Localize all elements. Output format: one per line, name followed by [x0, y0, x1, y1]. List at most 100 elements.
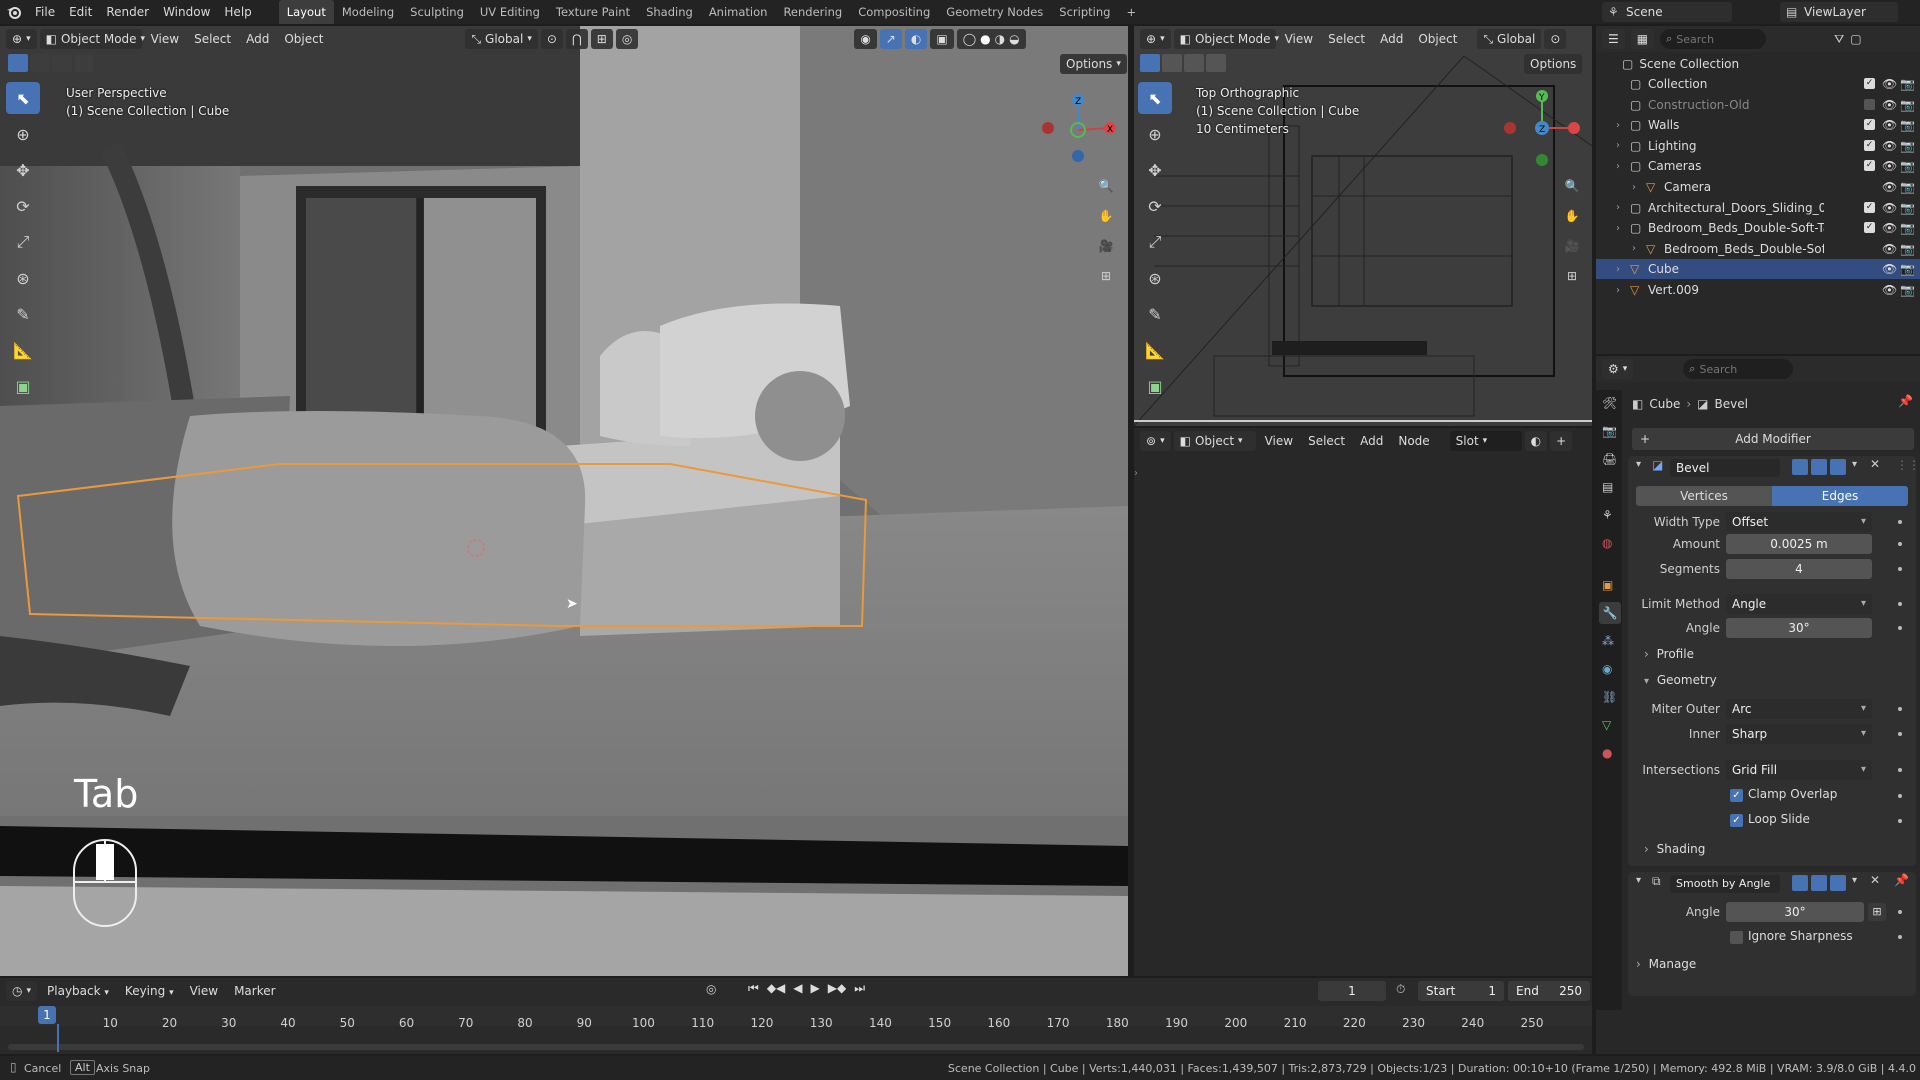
visibility-eye-icon[interactable]: 👁 [1882, 118, 1897, 132]
collapse-chevron-icon[interactable]: ▾ [1636, 459, 1641, 470]
menu-help[interactable]: Help [217, 0, 258, 24]
display-mode-button[interactable]: ▦ [1630, 29, 1655, 49]
snap-toggle[interactable]: ⋂ [565, 29, 588, 49]
material-tab-icon[interactable]: ● [1602, 746, 1612, 760]
editmode-toggle-icon[interactable] [1792, 875, 1808, 891]
add-modifier-button[interactable]: + Add Modifier [1632, 428, 1914, 450]
editor-type-button[interactable]: ⊚ ▾ [1140, 431, 1171, 451]
scene-tab-icon[interactable]: ⚘ [1602, 508, 1613, 522]
prev-keyframe-icon[interactable]: ◆◀ [767, 981, 785, 996]
smooth-header[interactable]: ▾ ⧉ Smooth by Angle ▾ ✕ 📌 [1628, 872, 1916, 896]
perspective-toggle-icon[interactable]: ⊞ [1092, 262, 1120, 290]
visibility-eye-icon[interactable]: 👁 [1882, 262, 1897, 276]
material-shading-icon[interactable]: ◑ [995, 32, 1005, 46]
constraints-tab-icon[interactable]: ⛓ [1602, 690, 1617, 704]
editor-type-button[interactable]: ◷ ▾ [6, 981, 38, 1001]
expand-chevron-icon[interactable]: › [1616, 120, 1620, 131]
node-menu-add[interactable]: Add [1354, 434, 1389, 448]
viewport-menu-select[interactable]: Select [188, 32, 237, 46]
visibility-eye-icon[interactable]: 👁 [1882, 242, 1897, 256]
dropdown-chevron-icon[interactable]: ▾ [1852, 459, 1857, 470]
viewport-toggle-icon[interactable] [1811, 459, 1827, 475]
slot-selector[interactable]: Slot ▾ [1449, 431, 1522, 451]
viewport-menu-view[interactable]: View [1279, 32, 1319, 46]
node-menu-node[interactable]: Node [1392, 434, 1435, 448]
outliner-item[interactable]: › ▢ Architectural_Doors_Sliding_02.001 ✓ 👁📷 [1596, 198, 1920, 218]
cursor-tool[interactable]: ⊕ [1138, 118, 1172, 150]
bevel-name-field[interactable]: Bevel [1670, 459, 1780, 477]
width-type-dropdown[interactable]: Offset ▾ [1726, 512, 1872, 532]
render-camera-icon[interactable]: 📷 [1900, 221, 1915, 235]
visibility-eye-icon[interactable]: 👁 [1882, 221, 1897, 235]
exclude-checkbox[interactable]: ✓ [1864, 222, 1875, 234]
keyframe-dot-icon[interactable] [1898, 819, 1902, 823]
end-frame-field[interactable]: End 250 [1508, 981, 1590, 1001]
new-collection-icon[interactable]: ▢ [1850, 32, 1861, 46]
timeline-menu-view[interactable]: View [184, 984, 224, 998]
outliner-item[interactable]: › ▢ Bedroom_Beds_Double-Soft-Tassel_01. ✓ 👁📷 [1596, 218, 1920, 238]
output-tab-icon[interactable]: 🖨 [1602, 452, 1617, 466]
overlay-toggle[interactable]: ◐ [904, 29, 928, 49]
inner-dropdown[interactable]: Sharp ▾ [1726, 724, 1872, 744]
outliner-search-input[interactable] [1676, 32, 1757, 46]
auto-keying-button[interactable]: ◎ [706, 982, 716, 996]
bevel-header[interactable]: ▾ ◪ Bevel ▾ ✕ ⋮⋮ [1628, 456, 1920, 480]
expand-chevron-icon[interactable]: › [1616, 140, 1620, 151]
selectability-button[interactable]: ◉ [854, 29, 877, 49]
viewport-menu-view[interactable]: View [145, 32, 185, 46]
exclude-checkbox[interactable]: ✓ [1864, 78, 1875, 89]
select-intersect-icon[interactable] [74, 54, 94, 72]
viewport-menu-add[interactable]: Add [1374, 32, 1409, 46]
menu-window[interactable]: Window [156, 0, 217, 24]
smooth-name-field[interactable]: Smooth by Angle [1670, 875, 1780, 893]
physics-tab-icon[interactable]: ◉ [1602, 662, 1612, 676]
render-camera-icon[interactable]: 📷 [1900, 201, 1915, 215]
camera-view-icon[interactable]: 🎥 [1092, 232, 1120, 260]
expand-chevron-icon[interactable]: › [1632, 182, 1636, 193]
outliner-item[interactable]: ▢ Collection ✓ 👁 📷 [1596, 74, 1920, 94]
geometry-subpanel[interactable]: ▾ Geometry [1644, 673, 1717, 687]
xray-toggle[interactable]: ▣ [930, 29, 954, 49]
modifier-tab-icon[interactable]: 🔧 [1599, 602, 1621, 624]
add-cube-tool[interactable]: ▣ [6, 370, 40, 402]
measure-tool[interactable]: 📐 [1138, 334, 1172, 366]
outliner-search[interactable]: ⌕ [1660, 29, 1767, 49]
limit-method-dropdown[interactable]: Angle ▾ [1726, 594, 1872, 614]
data-tab-icon[interactable]: ▽ [1602, 718, 1611, 732]
exclude-checkbox[interactable] [1864, 98, 1875, 110]
render-camera-icon[interactable]: 📷 [1900, 180, 1915, 194]
scale-tool[interactable]: ⤢ [1138, 226, 1172, 258]
outliner-item[interactable]: › ▽ Vert.009 👁 📷 [1596, 280, 1920, 300]
viewport-menu-object[interactable]: Object [278, 32, 329, 46]
tab-rendering[interactable]: Rendering [775, 0, 850, 24]
mode-selector[interactable]: ◧ Object Mode ▾ [39, 29, 145, 49]
transform-tool[interactable]: ⊛ [6, 262, 40, 294]
zoom-icon[interactable]: 🔍 [1092, 172, 1120, 200]
exclude-checkbox[interactable]: ✓ [1864, 119, 1875, 131]
collapse-chevron-icon[interactable]: ▾ [1636, 875, 1641, 886]
world-tab-icon[interactable]: ◍ [1602, 536, 1612, 550]
viewport-menu-object[interactable]: Object [1412, 32, 1463, 46]
miter-outer-dropdown[interactable]: Arc ▾ [1726, 699, 1872, 719]
gizmo-toggle[interactable]: ↗ [879, 29, 902, 49]
visibility-eye-icon[interactable]: 👁 [1882, 139, 1897, 153]
tool-tab-icon[interactable]: 🛠 [1602, 396, 1617, 410]
tab-shading[interactable]: Shading [638, 0, 701, 24]
outliner-item[interactable]: › ▽ Bedroom_Beds_Double-Soft-Tassel 👁📷 [1596, 239, 1920, 259]
outliner-item[interactable]: › ▽ Cube 👁 📷 [1596, 259, 1920, 280]
clamp-overlap-checkbox[interactable]: ✓ [1730, 789, 1743, 802]
node-editor[interactable]: ⊚ ▾ ◧ Object ▾ View Select Add Node Slot … [1134, 428, 1592, 976]
select-intersect-icon[interactable] [1206, 54, 1226, 72]
affect-vertices-button[interactable]: Vertices [1636, 486, 1772, 506]
filter-icon[interactable]: ⛛ [1834, 32, 1844, 47]
editor-type-button[interactable]: ☰ [1602, 29, 1625, 49]
tab-compositing[interactable]: Compositing [850, 0, 938, 24]
top-ortho-viewport[interactable]: ⊕ ▾ ◧ Object Mode ▾ View Select Add Objec… [1134, 26, 1592, 426]
profile-subpanel[interactable]: › Profile [1644, 647, 1694, 661]
grid-view-icon[interactable]: ⊞ [1558, 262, 1586, 290]
outliner-item[interactable]: › ▢ Lighting ✓ 👁 📷 [1596, 136, 1920, 156]
shading-modes[interactable]: ◯ ● ◑ ◒ [956, 29, 1026, 49]
exclude-checkbox[interactable]: ✓ [1864, 139, 1875, 151]
wireframe-shading-icon[interactable]: ◯ [963, 32, 976, 46]
select-subtract-icon[interactable] [1184, 54, 1204, 72]
